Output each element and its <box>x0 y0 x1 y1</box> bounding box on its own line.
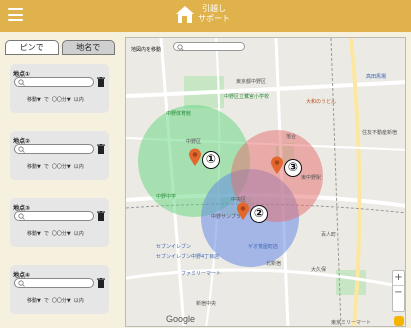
location-card-4: 地点④ 移動▼ で〇〇分▼ 以内 <box>10 265 109 314</box>
search-icon <box>18 213 25 220</box>
transport-select[interactable]: 移動▼ <box>27 97 41 103</box>
place-label: 百人町 <box>321 232 337 238</box>
transport-select[interactable]: 移動▼ <box>27 231 41 237</box>
menu-icon[interactable] <box>8 8 23 21</box>
map-pin-icon[interactable] <box>188 148 202 166</box>
de-label: で <box>43 231 49 237</box>
trash-icon[interactable] <box>97 144 105 154</box>
zoom-control: + − <box>392 270 405 312</box>
zoom-out-button[interactable]: − <box>393 285 404 299</box>
place-label: 東京ミリーマート <box>331 320 372 326</box>
place-label: 大久保 <box>311 267 327 273</box>
map-search-input[interactable] <box>173 42 245 51</box>
pin-number-1: ① <box>202 151 220 169</box>
place-label: 大和のうどん <box>306 99 337 105</box>
de-label: で <box>43 97 49 103</box>
travel-condition: 移動▼ で〇〇分▼ 以内 <box>27 163 87 170</box>
within-label: 以内 <box>73 164 84 170</box>
time-select[interactable]: 〇〇分▼ <box>52 164 71 170</box>
location-search-input[interactable] <box>14 77 94 87</box>
map-pin-icon[interactable] <box>270 156 284 174</box>
place-label: 東京都中野区 <box>236 79 267 85</box>
location-search-input[interactable] <box>14 144 94 154</box>
trash-icon[interactable] <box>97 211 105 221</box>
transport-select[interactable]: 移動▼ <box>27 164 41 170</box>
time-select[interactable]: 〇〇分▼ <box>52 231 71 237</box>
de-label: で <box>43 164 49 170</box>
time-select[interactable]: 〇〇分▼ <box>52 97 71 103</box>
place-label: 中野中学 <box>156 194 177 200</box>
location-search-input[interactable] <box>14 278 94 288</box>
place-label: 落合 <box>286 134 297 140</box>
time-select[interactable]: 〇〇分▼ <box>52 298 71 304</box>
map-search-label: 地図内を移動 <box>131 47 162 53</box>
place-label: 新宿中央 <box>196 301 217 307</box>
pin-number-3: ③ <box>284 159 302 177</box>
search-mode-tabs: ピンで 地名で <box>5 40 115 55</box>
search-icon <box>177 44 184 51</box>
place-label: ゲオ荒屋町店 <box>248 244 279 250</box>
search-icon <box>18 280 25 287</box>
logo-line1: 引越し <box>202 4 226 13</box>
tab-place-name[interactable]: 地名で <box>61 40 115 55</box>
place-label: 高田馬場 <box>366 74 387 80</box>
search-icon <box>18 146 25 153</box>
search-icon <box>18 79 25 86</box>
google-logo: Google <box>166 314 196 324</box>
de-label: で <box>43 298 49 304</box>
place-label: 中野区立鷺宮小学校 <box>224 94 270 100</box>
map-pin-icon[interactable] <box>236 202 250 220</box>
map-view[interactable]: 地図内を移動 中野区立鷺宮小学校 大和のうどん 高田馬場 東京都中野区 中野区 … <box>125 37 406 327</box>
travel-condition: 移動▼ で〇〇分▼ 以内 <box>27 230 87 237</box>
within-label: 以内 <box>73 298 84 304</box>
location-card-3: 地点③ 移動▼ で〇〇分▼ 以内 <box>10 198 109 247</box>
tab-pin[interactable]: ピンで <box>5 40 59 55</box>
zoom-in-button[interactable]: + <box>393 271 404 285</box>
logo-line2: サポート <box>198 14 230 23</box>
trash-icon[interactable] <box>97 77 105 87</box>
place-label: 北新宿 <box>266 261 282 267</box>
place-label: 東中野駅 <box>301 175 322 181</box>
travel-condition: 移動▼ で〇〇分▼ 以内 <box>27 96 87 103</box>
location-card-2: 地点② 移動▼ で〇〇分▼ 以内 <box>10 131 109 180</box>
pin-number-2: ② <box>250 205 268 223</box>
within-label: 以内 <box>73 97 84 103</box>
location-card-1: 地点① 移動▼ で〇〇分▼ 以内 <box>10 64 109 113</box>
transport-select[interactable]: 移動▼ <box>27 298 41 304</box>
app-header: 引越し サポート <box>0 0 411 32</box>
place-label: 中野区 <box>186 139 202 145</box>
street-view-icon[interactable] <box>394 316 404 326</box>
place-label: セブンイレブン <box>156 244 192 250</box>
place-label: 中野体育館 <box>166 111 192 117</box>
travel-condition: 移動▼ で〇〇分▼ 以内 <box>27 297 87 304</box>
place-label: セブンイレブン中野4丁目店 <box>156 254 220 260</box>
place-label: ファミリーマート <box>181 271 222 277</box>
place-label: 住友不動産新宿 <box>362 130 398 136</box>
trash-icon[interactable] <box>97 278 105 288</box>
app-logo: 引越し サポート <box>174 3 230 25</box>
within-label: 以内 <box>73 231 84 237</box>
house-icon <box>176 6 194 23</box>
location-search-input[interactable] <box>14 211 94 221</box>
